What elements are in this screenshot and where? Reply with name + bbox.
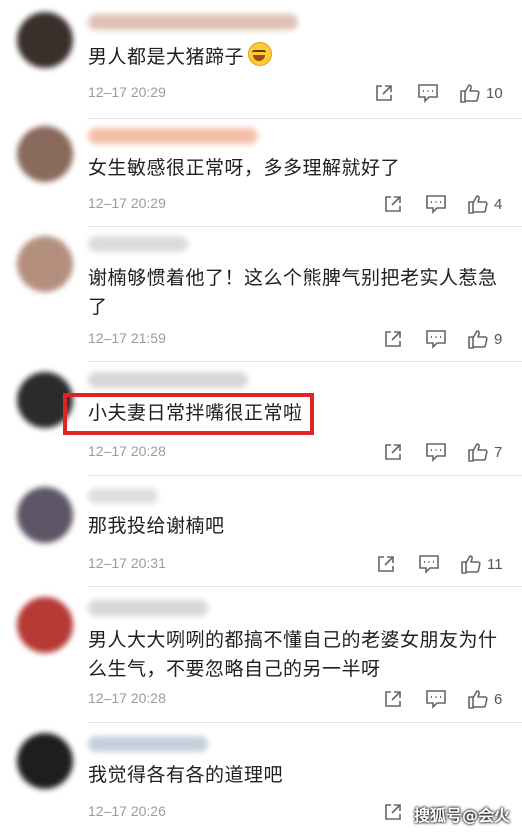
avatar[interactable] bbox=[17, 733, 73, 789]
username-blurred[interactable] bbox=[88, 600, 208, 616]
comment-icon bbox=[426, 195, 446, 214]
avatar[interactable] bbox=[17, 12, 73, 68]
share-icon bbox=[385, 691, 401, 707]
comment-button[interactable] bbox=[425, 328, 447, 350]
share-icon bbox=[378, 556, 394, 572]
share-button[interactable] bbox=[383, 688, 403, 710]
laughing-crying-emoji-icon bbox=[248, 42, 273, 66]
share-icon bbox=[385, 196, 401, 212]
comment-time: 12–17 20:29 bbox=[88, 195, 166, 211]
username-blurred[interactable] bbox=[88, 488, 158, 504]
comment-icon bbox=[426, 330, 446, 349]
divider bbox=[88, 722, 522, 723]
comment-icon bbox=[426, 443, 446, 462]
comment-icon bbox=[419, 555, 439, 574]
comment-button[interactable] bbox=[425, 193, 447, 215]
share-icon bbox=[385, 444, 401, 460]
share-button[interactable] bbox=[383, 193, 403, 215]
avatar[interactable] bbox=[17, 236, 73, 292]
thumbs-up-icon bbox=[468, 690, 488, 709]
comment-button[interactable] bbox=[425, 441, 447, 463]
like-button[interactable]: 6 bbox=[467, 688, 502, 710]
avatar[interactable] bbox=[17, 126, 73, 182]
watermark: 搜狐号@会火 bbox=[413, 806, 510, 825]
comment-time: 12–17 20:29 bbox=[88, 84, 166, 100]
username-blurred[interactable] bbox=[88, 236, 188, 252]
like-count: 11 bbox=[487, 555, 503, 573]
comment-text: 男人都是大猪蹄子 bbox=[88, 42, 508, 72]
thumbs-up-icon bbox=[460, 84, 480, 103]
username-blurred[interactable] bbox=[88, 14, 298, 30]
like-button[interactable]: 4 bbox=[467, 193, 502, 215]
divider bbox=[88, 475, 522, 476]
username-blurred[interactable] bbox=[88, 736, 208, 752]
comment-icon bbox=[418, 84, 438, 103]
divider bbox=[88, 361, 522, 362]
thumbs-up-icon bbox=[468, 195, 488, 214]
like-button[interactable]: 9 bbox=[467, 328, 502, 350]
thumbs-up-icon bbox=[468, 443, 488, 462]
like-count: 7 bbox=[494, 443, 503, 461]
share-button[interactable] bbox=[383, 328, 403, 350]
like-count: 10 bbox=[486, 84, 503, 102]
like-count: 4 bbox=[494, 195, 503, 213]
comment-text: 女生敏感很正常呀，多多理解就好了 bbox=[88, 157, 401, 179]
like-count: 6 bbox=[494, 690, 503, 708]
divider bbox=[88, 586, 522, 587]
share-button[interactable] bbox=[383, 801, 403, 823]
comment-time: 12–17 21:59 bbox=[88, 330, 166, 346]
comment-time: 12–17 20:28 bbox=[88, 443, 166, 459]
like-count: 9 bbox=[494, 330, 503, 348]
share-button[interactable] bbox=[374, 82, 394, 104]
like-button[interactable]: 7 bbox=[467, 441, 502, 463]
divider bbox=[88, 226, 522, 227]
thumbs-up-icon bbox=[461, 555, 481, 574]
highlight-box bbox=[63, 393, 314, 435]
comment-button[interactable] bbox=[425, 688, 447, 710]
share-icon bbox=[376, 85, 392, 101]
username-blurred[interactable] bbox=[88, 372, 248, 388]
avatar[interactable] bbox=[17, 597, 73, 653]
share-button[interactable] bbox=[376, 553, 396, 575]
comment-button[interactable] bbox=[418, 553, 440, 575]
comment-time: 12–17 20:26 bbox=[88, 803, 166, 819]
share-icon bbox=[385, 331, 401, 347]
comment-icon bbox=[426, 690, 446, 709]
share-button[interactable] bbox=[383, 441, 403, 463]
like-button[interactable]: 11 bbox=[460, 553, 503, 575]
comment-text: 谢楠够惯着他了！这么个熊脾气别把老实人惹急了 bbox=[88, 267, 498, 318]
share-icon bbox=[385, 804, 401, 820]
comment-text: 我觉得各有各的道理吧 bbox=[88, 764, 284, 786]
comment-button[interactable] bbox=[417, 82, 439, 104]
comment-text: 男人大大咧咧的都搞不懂自己的老婆女朋友为什么生气，不要忽略自己的另一半呀 bbox=[88, 629, 498, 680]
like-button[interactable]: 10 bbox=[459, 82, 503, 104]
divider bbox=[88, 118, 522, 119]
comment-text: 那我投给谢楠吧 bbox=[88, 515, 225, 537]
comment-time: 12–17 20:31 bbox=[88, 555, 166, 571]
avatar[interactable] bbox=[17, 487, 73, 543]
username-blurred[interactable] bbox=[88, 128, 258, 144]
thumbs-up-icon bbox=[468, 330, 488, 349]
comment-time: 12–17 20:28 bbox=[88, 690, 166, 706]
